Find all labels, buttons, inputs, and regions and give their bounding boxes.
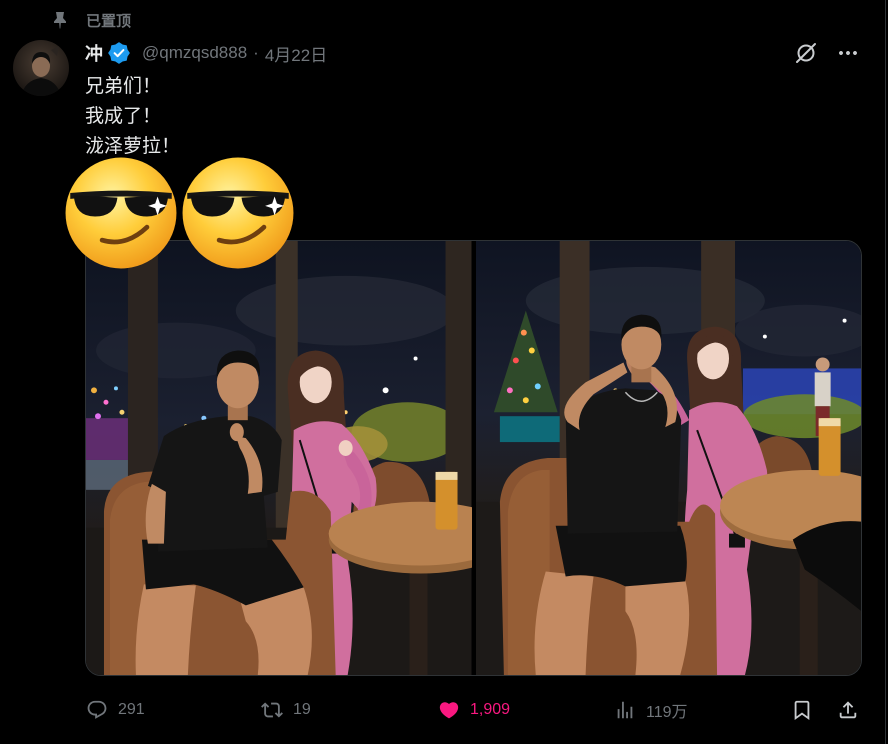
views-icon xyxy=(617,701,633,719)
author-handle[interactable]: @qmzqsd888 xyxy=(142,43,247,63)
like-button[interactable]: 1,909 xyxy=(438,698,510,722)
reply-count: 291 xyxy=(118,701,145,718)
bookmark-button[interactable] xyxy=(791,698,813,722)
views-count: 119万 xyxy=(646,704,688,721)
media-grid xyxy=(85,240,862,676)
grok-button[interactable] xyxy=(794,41,818,65)
avatar[interactable] xyxy=(13,40,69,96)
reply-button[interactable]: 291 xyxy=(86,698,145,722)
photo-left[interactable] xyxy=(86,241,472,675)
tweet-line: 兄弟们！ xyxy=(85,76,162,97)
smiling-face-with-sunglasses-icon xyxy=(65,157,177,269)
tweet-header: 冲 @qmzqsd888 · 4月22日 xyxy=(85,40,327,66)
heart-icon xyxy=(439,702,459,719)
views-button[interactable]: 119万 xyxy=(614,698,688,722)
author-name[interactable]: 冲 xyxy=(85,40,103,66)
share-icon xyxy=(839,701,857,719)
more-icon xyxy=(839,51,857,55)
tweet-text: 兄弟们！ 我成了！ 泷泽萝拉！ xyxy=(85,72,180,162)
retweet-button[interactable]: 19 xyxy=(261,698,311,722)
like-count: 1,909 xyxy=(470,701,511,718)
pinned-indicator: 已置顶 xyxy=(52,9,131,31)
smiling-face-with-sunglasses-icon xyxy=(182,157,294,269)
tweet-line: 我成了！ xyxy=(85,106,162,127)
retweet-count: 19 xyxy=(293,701,311,718)
beer-glass xyxy=(435,471,458,530)
pin-icon xyxy=(54,12,66,29)
share-button[interactable] xyxy=(837,698,859,722)
grok-icon xyxy=(796,43,816,63)
beer-glass xyxy=(818,418,841,476)
retweet-icon xyxy=(261,702,283,718)
verified-badge-icon[interactable] xyxy=(108,42,130,64)
column-border xyxy=(885,0,886,744)
more-button[interactable] xyxy=(836,41,860,65)
tweet-date[interactable]: 4月22日 xyxy=(265,41,327,66)
photo-right[interactable] xyxy=(475,241,861,675)
separator: · xyxy=(253,43,259,62)
pinned-label: 已置顶 xyxy=(86,12,132,30)
bookmark-icon xyxy=(794,700,810,721)
reply-icon xyxy=(87,700,107,719)
